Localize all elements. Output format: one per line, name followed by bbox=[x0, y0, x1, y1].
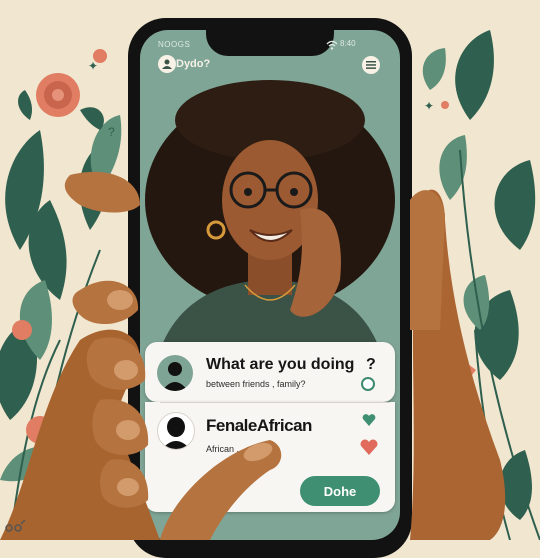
profile-title: FenaleAfrican bbox=[206, 416, 312, 435]
card-title-question-mark: ? bbox=[366, 356, 376, 373]
menu-button[interactable] bbox=[362, 56, 380, 74]
svg-text:✦: ✦ bbox=[88, 59, 98, 73]
card-subtitle: between friends , family? bbox=[206, 379, 306, 389]
done-button[interactable]: Dohe bbox=[300, 476, 380, 506]
app-logo bbox=[158, 55, 176, 73]
avatar[interactable] bbox=[157, 355, 193, 391]
wifi-icon bbox=[326, 37, 338, 55]
phone-notch bbox=[206, 18, 334, 56]
status-carrier: NOOGS bbox=[158, 40, 191, 49]
avatar[interactable] bbox=[157, 412, 195, 450]
heart-icon[interactable] bbox=[360, 439, 378, 460]
card-title: What are you doing bbox=[206, 356, 355, 373]
status-time: 8:40 bbox=[340, 39, 356, 48]
illustration-scene: ? ✦ ✦ NOOGS 8:40 Dydo? What are you doin… bbox=[0, 0, 540, 558]
female-silhouette-icon bbox=[162, 417, 190, 449]
radio-button[interactable] bbox=[361, 377, 375, 391]
profile-photo bbox=[140, 80, 400, 350]
heart-icon[interactable] bbox=[362, 413, 376, 431]
card-divider bbox=[160, 402, 390, 403]
svg-text:✦: ✦ bbox=[424, 99, 434, 113]
app-name: Dydo? bbox=[176, 58, 211, 70]
avatar-silhouette-icon bbox=[162, 362, 188, 391]
person-icon bbox=[162, 59, 172, 69]
watermark-logo bbox=[5, 519, 26, 532]
svg-text:?: ? bbox=[108, 125, 115, 139]
menu-icon bbox=[366, 61, 376, 69]
profile-subtitle: African ... moring? bbox=[206, 444, 280, 454]
